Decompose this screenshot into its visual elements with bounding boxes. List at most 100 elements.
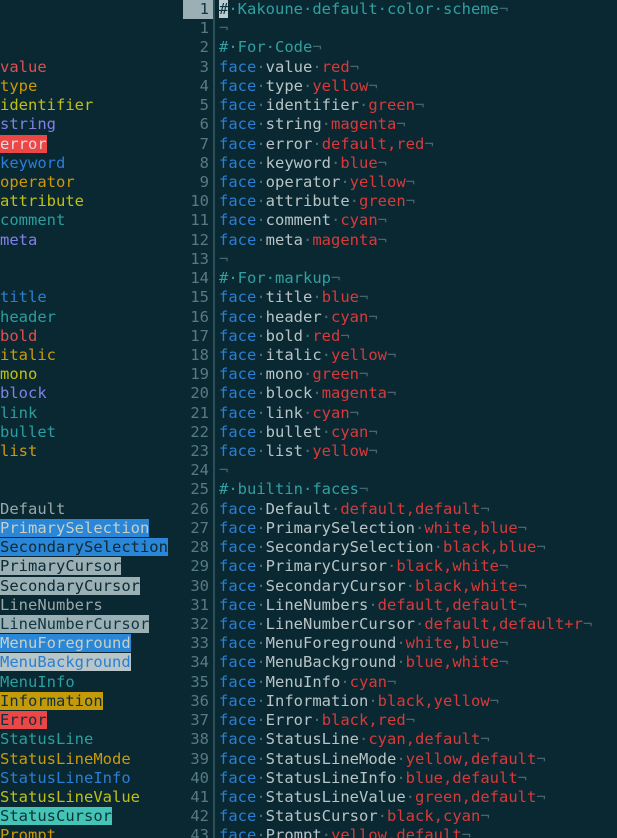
editor-line[interactable]: 35 face·MenuInfo·cyan¬ (183, 672, 617, 692)
line-content[interactable]: face·title·blue¬ (215, 288, 617, 307)
line-content[interactable]: ¬ (215, 19, 617, 38)
line-content[interactable]: face·StatusCursor·black,cyan¬ (215, 807, 617, 826)
token-eol: ¬ (387, 345, 397, 364)
face-preview-row: attribute (0, 192, 183, 211)
line-content[interactable]: face·attribute·green¬ (215, 192, 617, 211)
editor-line[interactable]: 36 face·Information·black,yellow¬ (183, 691, 617, 712)
line-number: 18 (190, 345, 209, 364)
line-content[interactable]: face·Default·default,default¬ (215, 500, 617, 519)
line-content[interactable]: #·builtin·faces¬ (215, 480, 617, 499)
line-content[interactable]: face·identifier·green¬ (215, 96, 617, 115)
line-content[interactable]: ¬ (215, 461, 617, 480)
line-content[interactable]: face·LineNumberCursor·default,default+r¬ (215, 615, 617, 634)
editor-line[interactable]: 34 face·MenuBackground·blue,white¬ (183, 653, 617, 673)
editor-line[interactable]: 21 face·link·cyan¬ (183, 403, 617, 423)
editor-line[interactable]: 22 face·bullet·cyan¬ (183, 422, 617, 443)
editor-line[interactable]: 19 face·mono·green¬ (183, 365, 617, 385)
editor-line[interactable]: 2 #·For·Code¬ (183, 38, 617, 58)
line-content[interactable]: face·string·magenta¬ (215, 115, 617, 134)
line-content[interactable]: face·type·yellow¬ (215, 77, 617, 96)
editor-line[interactable]: 30 face·SecondaryCursor·black,white¬ (183, 576, 617, 596)
line-content[interactable]: face·MenuBackground·blue,white¬ (215, 653, 617, 672)
editor-line[interactable]: 25 #·builtin·faces¬ (183, 480, 617, 500)
editor-line[interactable]: 32 face·LineNumberCursor·default,default+… (183, 615, 617, 635)
line-content[interactable]: face·SecondarySelection·black,blue¬ (215, 538, 617, 557)
editor-line[interactable]: 6 face·string·magenta¬ (183, 115, 617, 135)
editor-line[interactable]: 37 face·Error·black,red¬ (183, 711, 617, 731)
editor-line[interactable]: 42 face·StatusCursor·black,cyan¬ (183, 807, 617, 827)
editor-line[interactable]: 10 face·attribute·green¬ (183, 192, 617, 212)
line-content[interactable]: #·For·Code¬ (215, 38, 617, 57)
editor-buffer[interactable]: 1 #·Kakoune·default·color·scheme¬ 1 ¬ 2 #·For… (183, 0, 617, 838)
line-content[interactable]: face·block·magenta¬ (215, 384, 617, 403)
face-preview-spacer (0, 461, 183, 480)
token-kw: face (219, 365, 257, 384)
editor-line[interactable]: 26 face·Default·default,default¬ (183, 499, 617, 519)
editor-line[interactable]: 4 face·type·yellow¬ (183, 76, 617, 97)
editor-line[interactable]: 41 face·StatusLineValue·green,default¬ (183, 787, 617, 808)
token-eol: ¬ (536, 538, 546, 557)
line-content[interactable]: face·mono·green¬ (215, 365, 617, 384)
line-content[interactable]: face·list·yellow¬ (215, 442, 617, 461)
line-content[interactable]: face·LineNumbers·default,default¬ (215, 596, 617, 615)
editor-line[interactable]: 23 face·list·yellow¬ (183, 442, 617, 462)
editor-line[interactable]: 38 face·StatusLine·cyan,default¬ (183, 730, 617, 750)
editor-line[interactable]: 27 face·PrimarySelection·white,blue¬ (183, 518, 617, 539)
line-content[interactable]: face·meta·magenta¬ (215, 231, 617, 250)
editor-line[interactable]: 39 face·StatusLineMode·yellow,default¬ (183, 749, 617, 769)
line-content[interactable]: face·operator·yellow¬ (215, 173, 617, 192)
line-content[interactable]: face·StatusLineMode·yellow,default¬ (215, 750, 617, 769)
editor-line[interactable]: 5 face·identifier·green¬ (183, 96, 617, 116)
line-content[interactable]: face·header·cyan¬ (215, 308, 617, 327)
editor-line[interactable]: 12 face·meta·magenta¬ (183, 230, 617, 250)
token-eol: ¬ (405, 711, 416, 730)
line-content[interactable]: face·Prompt·yellow,default¬ (215, 826, 617, 838)
line-content[interactable]: #·Kakoune·default·color·scheme¬ (215, 0, 617, 19)
line-content[interactable]: ¬ (215, 250, 617, 269)
editor-line[interactable]: 16 face·header·cyan¬ (183, 307, 617, 327)
editor-line[interactable]: 29 face·PrimaryCursor·black,white¬ (183, 557, 617, 577)
line-content[interactable]: face·StatusLineInfo·blue,default¬ (215, 769, 617, 788)
line-content[interactable]: face·error·default,red¬ (215, 135, 617, 154)
line-content[interactable]: face·PrimaryCursor·black,white¬ (215, 557, 617, 576)
editor-line[interactable]: 13 ¬ (183, 249, 617, 270)
line-content[interactable]: face·link·cyan¬ (215, 404, 617, 423)
line-content[interactable]: face·MenuForeground·white,blue¬ (215, 634, 617, 653)
token-str: blue (340, 153, 378, 172)
editor-line[interactable]: 1 ¬ (183, 19, 617, 39)
line-content[interactable]: face·keyword·blue¬ (215, 154, 617, 173)
line-content[interactable]: face·MenuInfo·cyan¬ (215, 673, 617, 692)
editor-line[interactable]: 9 face·operator·yellow¬ (183, 172, 617, 193)
editor-line[interactable]: 18 face·italic·yellow¬ (183, 345, 617, 366)
line-content[interactable]: face·StatusLineValue·green,default¬ (215, 788, 617, 807)
editor-line[interactable]: 43 face·Prompt·yellow,default¬ (183, 826, 617, 838)
editor-line[interactable]: 17 face·bold·red¬ (183, 326, 617, 346)
line-content[interactable]: face·bold·red¬ (215, 327, 617, 346)
editor-line[interactable]: 20 face·block·magenta¬ (183, 384, 617, 404)
line-content[interactable]: face·Error·black,red¬ (215, 711, 617, 730)
token-id: MenuInfo (265, 672, 341, 691)
editor-line[interactable]: 14 #·For·markup¬ (183, 269, 617, 289)
editor-line[interactable]: 24 ¬ (183, 461, 617, 481)
editor-line[interactable]: 28 face·SecondarySelection·black,blue¬ (183, 538, 617, 558)
editor-line[interactable]: 11 face·comment·cyan¬ (183, 211, 617, 231)
line-content[interactable]: face·SecondaryCursor·black,white¬ (215, 577, 617, 596)
editor-line[interactable]: 40 face·StatusLineInfo·blue,default¬ (183, 768, 617, 788)
line-content[interactable]: face·PrimarySelection·white,blue¬ (215, 519, 617, 538)
editor-line[interactable]: 1 #·Kakoune·default·color·scheme¬ (183, 0, 617, 20)
editor-line[interactable]: 3 face·value·red¬ (183, 57, 617, 77)
editor-line[interactable]: 33 face·MenuForeground·white,blue¬ (183, 634, 617, 654)
editor-line[interactable]: 7 face·error·default,red¬ (183, 134, 617, 154)
line-content[interactable]: face·comment·cyan¬ (215, 211, 617, 230)
line-content[interactable]: #·For·markup¬ (215, 269, 617, 288)
line-content[interactable]: face·value·red¬ (215, 58, 617, 77)
editor-line[interactable]: 31 face·LineNumbers·default,default¬ (183, 595, 617, 615)
token-eol: ¬ (396, 115, 406, 134)
line-content[interactable]: face·bullet·cyan¬ (215, 423, 617, 442)
line-content[interactable]: face·italic·yellow¬ (215, 346, 617, 365)
editor-line[interactable]: 15 face·title·blue¬ (183, 288, 617, 308)
line-content[interactable]: face·Information·black,yellow¬ (215, 692, 617, 711)
editor-line[interactable]: 8 face·keyword·blue¬ (183, 153, 617, 173)
line-content[interactable]: face·StatusLine·cyan,default¬ (215, 730, 617, 749)
token-dot: · (433, 538, 443, 557)
